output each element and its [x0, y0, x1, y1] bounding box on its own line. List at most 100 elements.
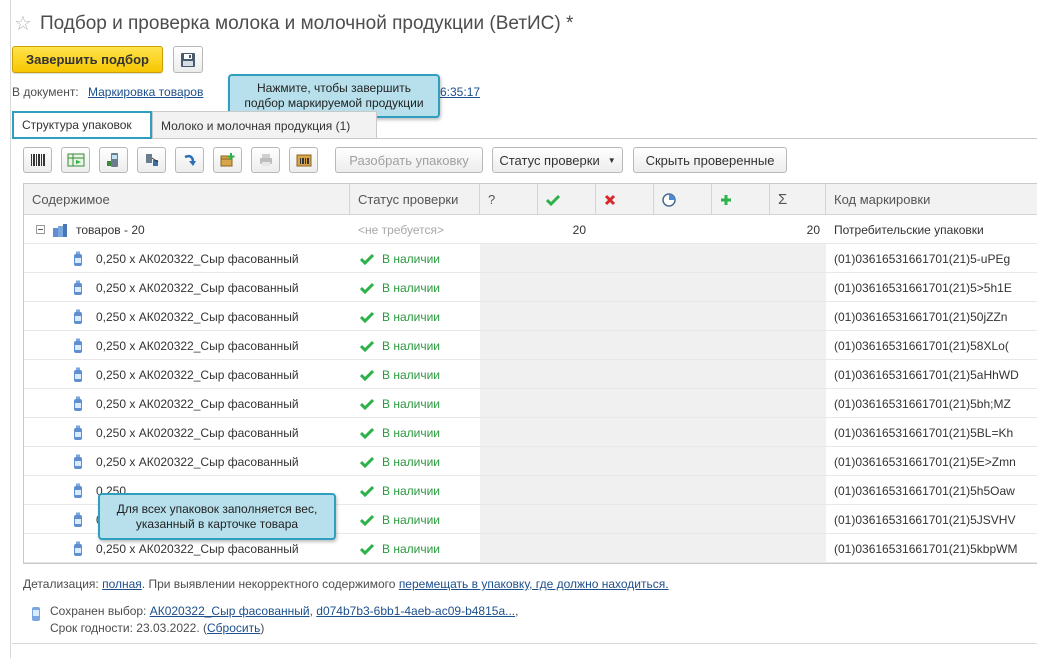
expiry-close: ) — [260, 621, 265, 635]
package-icon — [72, 534, 84, 563]
scan-check-button[interactable] — [137, 147, 166, 173]
move-to-package-link[interactable]: перемещать в упаковку, где должно находи… — [399, 577, 669, 591]
marking-code: (01)03616531661701(21)5>5h1E — [834, 280, 1012, 295]
detail-full-link[interactable]: полная — [102, 577, 142, 591]
table-row[interactable]: 0,250 x АК020322_Сыр фасованный В наличии… — [24, 447, 1037, 476]
detail-line: Детализация: полная. При выявлении некор… — [23, 577, 669, 591]
weight-hint-text: Для всех упаковок заполняется вес, указа… — [116, 501, 318, 531]
package-icon — [72, 389, 84, 418]
tab-divider — [12, 138, 1037, 139]
status-text: В наличии — [382, 251, 441, 266]
column-content[interactable]: Содержимое — [24, 184, 350, 215]
package-icon — [72, 476, 84, 505]
status-check-icon — [360, 389, 374, 418]
column-unknown[interactable]: ? — [480, 184, 538, 215]
terminal-button[interactable] — [99, 147, 128, 173]
status-text: В наличии — [382, 280, 441, 295]
hide-checked-button[interactable]: Скрыть проверенные — [633, 147, 787, 173]
package-icon — [72, 447, 84, 476]
column-code[interactable]: Код маркировки — [826, 184, 1037, 215]
saved-selection-icon — [32, 607, 40, 621]
unpack-button[interactable]: Разобрать упаковку — [335, 147, 483, 173]
table-row[interactable]: 0,250 x АК020322_Сыр фасованный В наличии… — [24, 389, 1037, 418]
saved-item-link[interactable]: АК020322_Сыр фасованный — [150, 604, 310, 618]
move-button[interactable] — [175, 147, 204, 173]
favorite-star-icon[interactable]: ☆ — [14, 14, 32, 34]
floppy-disk-icon — [181, 52, 195, 67]
package-icon — [72, 360, 84, 389]
group-total: 20 — [806, 222, 820, 237]
table-row[interactable]: 0,250 x АК020322_Сыр фасованный В наличии… — [24, 331, 1037, 360]
status-check-icon — [360, 534, 374, 563]
status-dropdown-button[interactable]: Статус проверки ▼ — [492, 147, 623, 173]
status-text: В наличии — [382, 367, 441, 382]
print-button[interactable] — [251, 147, 280, 173]
item-name: 0,250 x АК020322_Сыр фасованный — [96, 396, 299, 411]
clock-pie-icon — [662, 192, 676, 207]
document-link[interactable]: Маркировка товаров — [88, 85, 203, 99]
table-row[interactable]: 0,250 x АК020322_Сыр фасованный В наличии… — [24, 360, 1037, 389]
column-status[interactable]: Статус проверки — [350, 184, 480, 215]
table-row[interactable]: 0,250 x АК020322_Сыр фасованный В наличии… — [24, 302, 1037, 331]
marking-code: (01)03616531661701(21)5kbpWM — [834, 541, 1018, 556]
marking-code: (01)03616531661701(21)5JSVHV — [834, 512, 1016, 527]
collapse-toggle-icon[interactable] — [36, 215, 45, 244]
column-error[interactable] — [596, 184, 654, 215]
group-code: Потребительские упаковки — [834, 222, 984, 237]
status-check-icon — [360, 273, 374, 302]
item-name: 0,250 x АК020322_Сыр фасованный — [96, 454, 299, 469]
tab-label: Структура упаковок — [22, 118, 132, 132]
cross-icon — [604, 194, 616, 205]
group-ok-count: 20 — [572, 222, 586, 237]
item-name: 0,250 x АК020322_Сыр фасованный — [96, 309, 299, 324]
table-row[interactable]: 0,250 x АК020322_Сыр фасованный В наличии… — [24, 273, 1037, 302]
marking-code: (01)03616531661701(21)5bh;MZ — [834, 396, 1011, 411]
load-from-file-button[interactable] — [61, 147, 90, 173]
spreadsheet-icon — [67, 153, 84, 167]
finish-hint-text: Нажмите, чтобы завершить подбор маркируе… — [244, 81, 424, 110]
saved-separator: , — [309, 604, 313, 618]
reset-link[interactable]: Сбросить — [207, 621, 260, 635]
box-add-icon — [220, 153, 234, 167]
package-icon — [72, 244, 84, 273]
page-title: Подбор и проверка молока и молочной прод… — [39, 13, 574, 34]
add-package-button[interactable] — [213, 147, 242, 173]
bottom-divider — [12, 643, 1037, 644]
status-text: В наличии — [382, 338, 441, 353]
detail-text: . При выявлении некорректного содержимог… — [141, 577, 396, 591]
status-text: В наличии — [382, 541, 441, 556]
package-barcode-button[interactable] — [289, 147, 318, 173]
scan-barcode-button[interactable] — [23, 147, 52, 173]
finish-selection-button[interactable]: Завершить подбор — [12, 46, 163, 73]
marking-code: (01)03616531661701(21)50jZZn — [834, 309, 1008, 324]
barcode-icon — [30, 154, 45, 166]
tab-milk-products[interactable]: Молоко и молочная продукция (1) — [152, 111, 377, 139]
column-pending[interactable] — [654, 184, 712, 215]
saved-id-link[interactable]: d074b7b3-6bb1-4aeb-ac09-b4815a... — [316, 604, 515, 618]
status-check-icon — [360, 331, 374, 360]
column-ok[interactable] — [538, 184, 596, 215]
tab-package-structure[interactable]: Структура упаковок — [12, 111, 152, 139]
sigma-icon: Σ — [778, 191, 788, 208]
table-row[interactable]: 0,250 x АК020322_Сыр фасованный В наличии… — [24, 244, 1037, 273]
marking-code: (01)03616531661701(21)5aHhWD — [834, 367, 1019, 382]
status-check-icon — [360, 244, 374, 273]
curved-arrow-icon — [184, 154, 196, 166]
table-row[interactable]: 0,250 x АК020322_Сыр фасованный В наличии… — [24, 418, 1037, 447]
document-link-tail[interactable]: 6:35:17 — [440, 85, 480, 99]
status-check-icon — [360, 447, 374, 476]
group-status: <не требуется> — [358, 222, 444, 237]
tab-label: Молоко и молочная продукция (1) — [161, 118, 351, 133]
status-text: В наличии — [382, 512, 441, 527]
marking-code: (01)03616531661701(21)5E>Zmn — [834, 454, 1016, 469]
checkmark-icon — [546, 194, 560, 206]
column-total[interactable]: Σ — [770, 184, 826, 215]
group-row[interactable]: товаров - 20 <не требуется> 20 20 Потреб… — [24, 215, 1037, 244]
document-label: В документ: — [12, 85, 79, 99]
column-added[interactable] — [712, 184, 770, 215]
save-button[interactable] — [173, 46, 203, 73]
status-check-icon — [360, 505, 374, 534]
package-icon — [72, 418, 84, 447]
printer-icon — [259, 154, 272, 166]
target-document-line: В документ: Маркировка товаров — [12, 85, 203, 99]
